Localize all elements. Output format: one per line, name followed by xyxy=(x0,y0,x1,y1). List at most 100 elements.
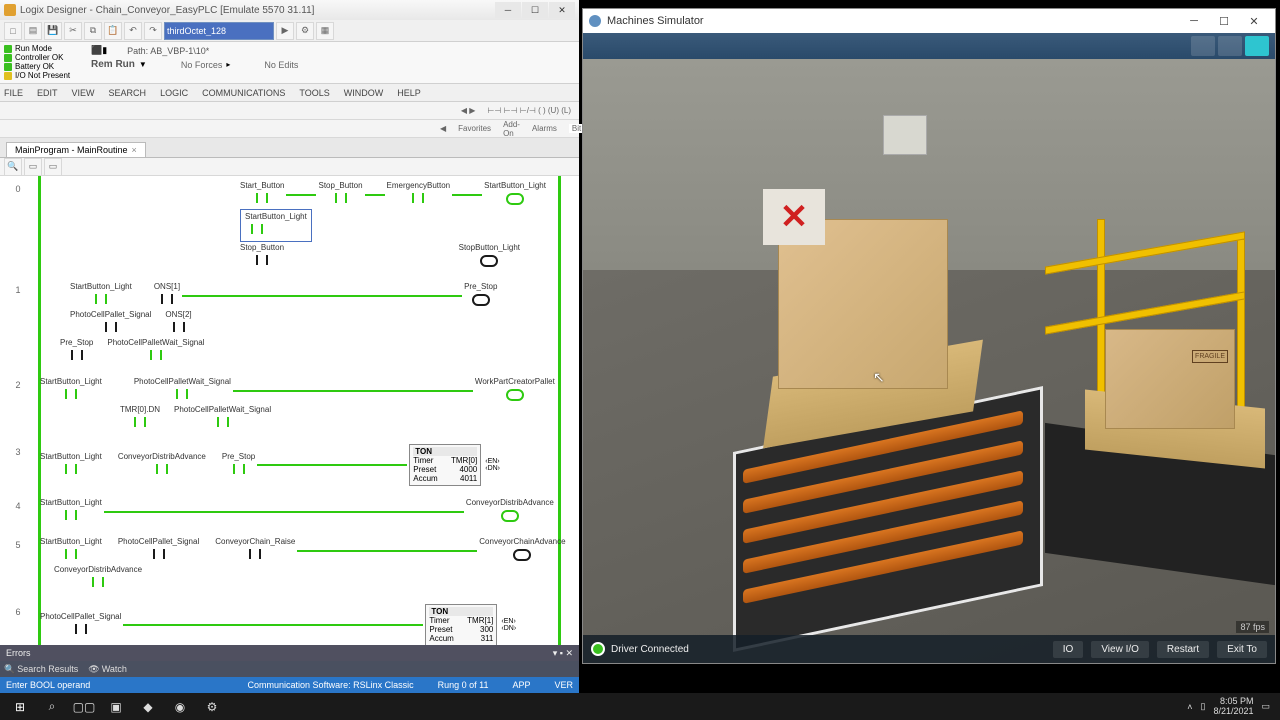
rung-0[interactable]: 0 Start_Button Stop_Button EmergencyButt… xyxy=(10,176,579,277)
status-rung: Rung 0 of 11 xyxy=(438,680,489,690)
sim-titlebar[interactable]: Machines Simulator ─ ☐ ✕ xyxy=(583,9,1275,33)
tb-undo-icon[interactable]: ↶ xyxy=(124,22,142,40)
ton-header: TON xyxy=(429,607,493,616)
menu-search[interactable]: SEARCH xyxy=(109,88,147,98)
sim-tb-active-icon[interactable] xyxy=(1245,36,1269,56)
tag: StartButton_Light xyxy=(40,452,102,461)
tb-save-icon[interactable]: 💾 xyxy=(44,22,62,40)
safety-rail-bar xyxy=(1045,231,1245,274)
logix-status-bar: Enter BOOL operand Communication Softwar… xyxy=(0,677,579,693)
machines-simulator-window: Machines Simulator ─ ☐ ✕ ✕ xyxy=(582,8,1276,664)
menu-logic[interactable]: LOGIC xyxy=(160,88,188,98)
tag: PhotoCellPalletWait_Signal xyxy=(107,338,204,347)
controller-label: Controller OK xyxy=(15,53,63,62)
ladder-view[interactable]: 0 Start_Button Stop_Button EmergencyButt… xyxy=(0,176,579,645)
cursor-icon: ↖ xyxy=(873,369,885,386)
tag: StartButton_Light xyxy=(40,537,102,546)
ribbon-favorites[interactable]: Favorites xyxy=(458,124,491,133)
menu-communications[interactable]: COMMUNICATIONS xyxy=(202,88,285,98)
ton-preset: 300 xyxy=(480,625,493,634)
rung-number: 6 xyxy=(10,607,26,617)
tray-network-icon[interactable]: ▯ xyxy=(1200,701,1205,712)
logix-titlebar[interactable]: Logix Designer - Chain_Conveyor_EasyPLC … xyxy=(0,0,579,20)
errors-bar[interactable]: Errors ▾ ▪ ✕ xyxy=(0,645,579,661)
search-results-tab[interactable]: 🔍Search Results xyxy=(4,664,78,675)
rung-5[interactable]: 5 StartButton_Light PhotoCellPallet_Sign… xyxy=(10,532,579,599)
menu-edit[interactable]: EDIT xyxy=(37,88,58,98)
windows-taskbar[interactable]: ⊞ ⌕ ▢▢ ▣ ◆ ◉ ⚙ ˄ ▯ 8:05 PM 8/21/2021 ▭ xyxy=(0,693,1280,720)
tray-clock[interactable]: 8:05 PM 8/21/2021 xyxy=(1213,697,1253,717)
tag-emerg: EmergencyButton xyxy=(387,181,451,190)
tb-misc1-icon[interactable]: ⚙ xyxy=(296,22,314,40)
lt-zoom-icon[interactable]: 🔍 xyxy=(4,158,22,176)
search-tab-label: Search Results xyxy=(17,664,78,674)
tag: ConveyorChainAdvance xyxy=(479,537,565,546)
status-ver: VER xyxy=(554,680,573,690)
no-forces-label[interactable]: No Forces xyxy=(181,60,223,70)
tb-redo-icon[interactable]: ↷ xyxy=(144,22,162,40)
taskbar-app-4[interactable]: ⚙ xyxy=(196,694,228,719)
tb-paste-icon[interactable]: 📋 xyxy=(104,22,122,40)
taskbar-app-3[interactable]: ◉ xyxy=(164,694,196,719)
driver-led-icon xyxy=(591,642,605,656)
start-button[interactable]: ⊞ xyxy=(4,694,36,719)
main-routine-tab[interactable]: MainProgram - MainRoutine × xyxy=(6,142,146,157)
watch-tab[interactable]: 👁Watch xyxy=(88,664,127,675)
rung-2[interactable]: 2 StartButton_Light PhotoCellPalletWait_… xyxy=(10,372,579,439)
ribbon-addon[interactable]: Add-On xyxy=(503,120,520,138)
sim-tb-screen-icon[interactable] xyxy=(1191,36,1215,56)
rung-number: 2 xyxy=(10,380,26,390)
rung-3[interactable]: 3 StartButton_Light ConveyorDistribAdvan… xyxy=(10,439,579,493)
tag: Pre_Stop xyxy=(222,452,255,461)
tb-go-icon[interactable]: ▶ xyxy=(276,22,294,40)
path-label: Path: xyxy=(127,46,148,56)
tag-stoplight: StopButton_Light xyxy=(459,243,520,252)
rung-6[interactable]: 6 PhotoCellPallet_Signal TON TimerTMR[1]… xyxy=(10,599,579,645)
sim-maximize-button[interactable]: ☐ xyxy=(1209,10,1239,32)
menu-help[interactable]: HELP xyxy=(397,88,421,98)
ribbon-alarms[interactable]: Alarms xyxy=(532,124,557,133)
view-io-button[interactable]: View I/O xyxy=(1091,641,1149,658)
tb-copy-icon[interactable]: ⧉ xyxy=(84,22,102,40)
sim-3d-scene[interactable]: ✕ FRAGILE ↖ 87 fps Driver Connected IO V… xyxy=(583,59,1275,663)
menu-tools[interactable]: TOOLS xyxy=(299,88,329,98)
document-tabbar: MainProgram - MainRoutine × xyxy=(0,138,579,158)
tag: StartButton_Light xyxy=(40,498,102,507)
tray-chevron-icon[interactable]: ˄ xyxy=(1187,702,1192,712)
tb-new-icon[interactable]: □ xyxy=(4,22,22,40)
search-icon[interactable]: ⌕ xyxy=(36,694,68,719)
ton-block-0[interactable]: TON TimerTMR[0] Preset4000 Accum4011 xyxy=(409,444,481,486)
lt-b1-icon[interactable]: ▭ xyxy=(24,158,42,176)
ribbon-tab-row: ◀ Favorites Add-On Alarms Bit xyxy=(0,120,579,138)
exit-to-button[interactable]: Exit To xyxy=(1217,641,1267,658)
logix-close-button[interactable]: ✕ xyxy=(549,2,575,18)
tb-open-icon[interactable]: ▤ xyxy=(24,22,42,40)
tab-close-icon[interactable]: × xyxy=(132,145,137,155)
ton-block-1[interactable]: TON TimerTMR[1] Preset300 Accum311 xyxy=(425,604,497,645)
rung-4[interactable]: 4 StartButton_Light ConveyorDistribAdvan… xyxy=(10,493,579,532)
taskbar-app-1[interactable]: ▣ xyxy=(100,694,132,719)
tb-cut-icon[interactable]: ✂ xyxy=(64,22,82,40)
no-edits-label[interactable]: No Edits xyxy=(264,60,298,70)
menu-view[interactable]: VIEW xyxy=(72,88,95,98)
sim-minimize-button[interactable]: ─ xyxy=(1179,10,1209,32)
sim-close-button[interactable]: ✕ xyxy=(1239,10,1269,32)
sim-tb-user-icon[interactable] xyxy=(1218,36,1242,56)
taskbar-app-2[interactable]: ◆ xyxy=(132,694,164,719)
path-combo[interactable] xyxy=(164,22,274,40)
ton-accum: 311 xyxy=(481,634,494,643)
lt-b2-icon[interactable]: ▭ xyxy=(44,158,62,176)
ribbon-element-row: ◀ ▶⊢⊣ ⊢⊣ ⊢/⊣ ( ) (U) (L) xyxy=(0,102,579,120)
tag: Pre_Stop xyxy=(60,338,93,347)
tb-misc2-icon[interactable]: ▦ xyxy=(316,22,334,40)
menu-window[interactable]: WINDOW xyxy=(344,88,384,98)
logix-maximize-button[interactable]: ☐ xyxy=(522,2,548,18)
menu-file[interactable]: FILE xyxy=(4,88,23,98)
io-button[interactable]: IO xyxy=(1053,641,1084,658)
restart-button[interactable]: Restart xyxy=(1157,641,1209,658)
logix-toolbar: □ ▤ 💾 ✂ ⧉ 📋 ↶ ↷ ▶ ⚙ ▦ xyxy=(0,20,579,42)
logix-minimize-button[interactable]: ─ xyxy=(495,2,521,18)
tray-notifications-icon[interactable]: ▭ xyxy=(1261,701,1270,712)
rung-1[interactable]: 1 StartButton_Light ONS[1] Pre_Stop Phot… xyxy=(10,277,579,372)
task-view-icon[interactable]: ▢▢ xyxy=(68,694,100,719)
